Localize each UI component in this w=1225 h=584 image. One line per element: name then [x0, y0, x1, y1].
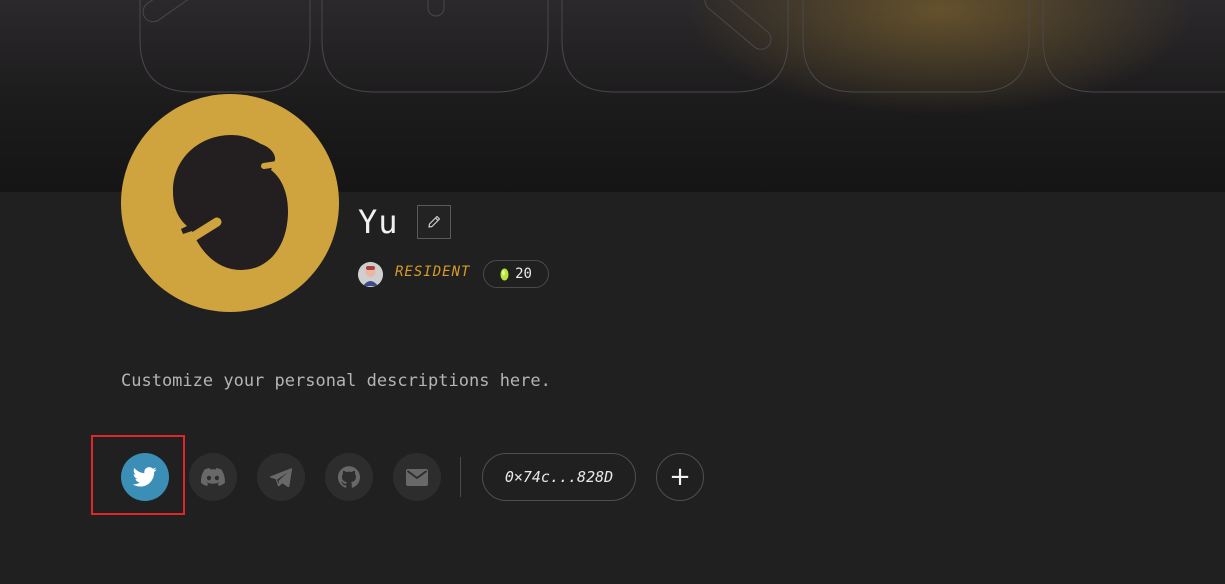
social-divider — [460, 457, 461, 497]
profile-avatar — [121, 94, 339, 312]
profile-description: Customize your personal descriptions her… — [121, 371, 551, 391]
add-link-button[interactable]: + — [656, 453, 704, 501]
discord-button[interactable] — [189, 453, 237, 501]
telegram-button[interactable] — [257, 453, 305, 501]
telegram-icon — [270, 467, 292, 487]
logo-icon — [173, 135, 288, 270]
profile-page: Yu RESIDENT 20 Customize your personal d… — [0, 0, 1225, 584]
resident-avatar-icon — [358, 262, 383, 287]
github-icon — [338, 466, 360, 488]
points-value: 20 — [515, 266, 532, 282]
twitter-icon — [133, 467, 157, 487]
wallet-address-button[interactable]: 0×74c...828D — [482, 453, 636, 501]
role-avatar — [358, 262, 383, 287]
profile-name: Yu — [358, 203, 399, 241]
email-button[interactable] — [393, 453, 441, 501]
github-button[interactable] — [325, 453, 373, 501]
twitter-button[interactable] — [121, 453, 169, 501]
discord-icon — [201, 468, 225, 486]
role-label: RESIDENT — [395, 264, 471, 280]
edit-profile-button[interactable] — [417, 205, 451, 239]
mail-icon — [406, 468, 428, 486]
pencil-icon — [428, 215, 441, 228]
gem-icon — [500, 268, 509, 280]
points-badge: 20 — [483, 260, 549, 288]
